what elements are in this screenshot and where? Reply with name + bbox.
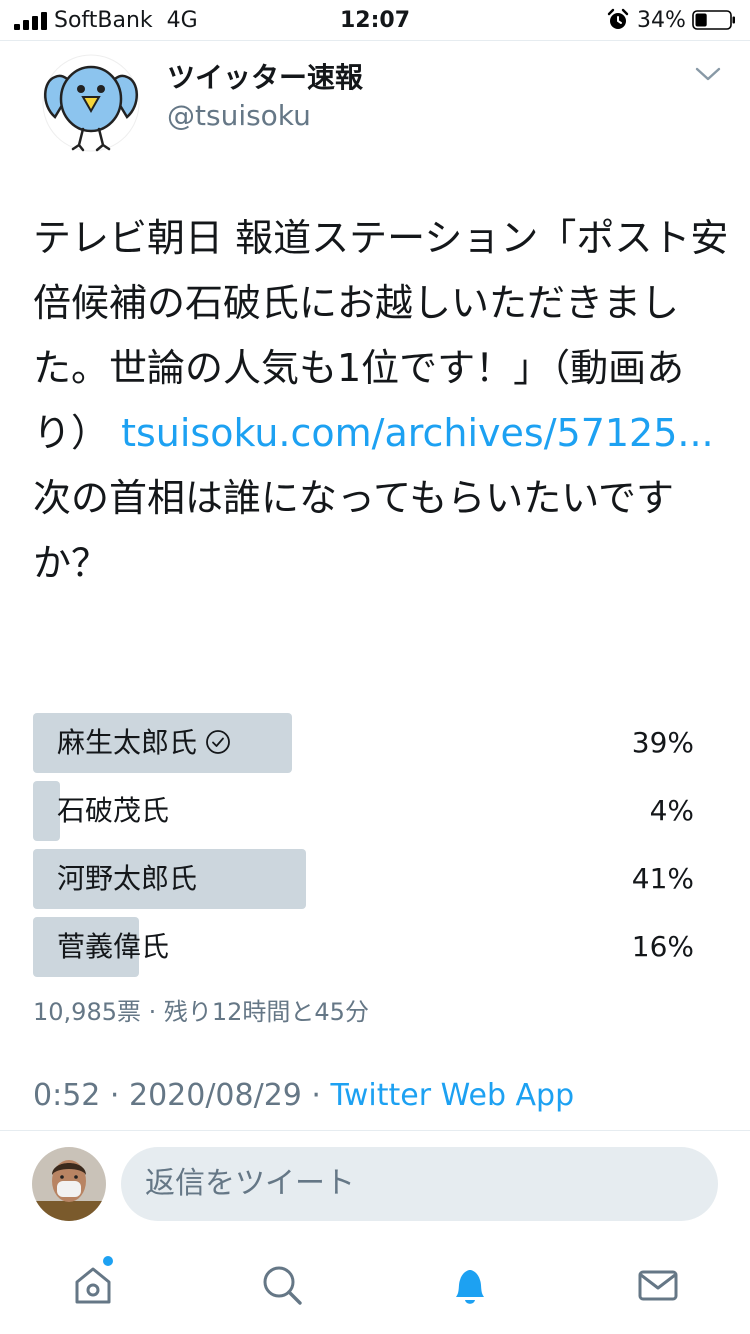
chevron-down-icon[interactable] xyxy=(694,64,722,84)
tweet-source-link[interactable]: Twitter Web App xyxy=(331,1078,575,1113)
envelope-icon xyxy=(638,1270,678,1301)
status-divider xyxy=(0,40,750,41)
bird-icon[interactable] xyxy=(33,53,149,153)
tweet-text: テレビ朝日 報道ステーション「ポスト安倍候補の石破氏にお越しいただきました。世論… xyxy=(33,206,733,596)
check-circle-icon xyxy=(206,730,230,754)
poll-option-text: 菅義偉氏 xyxy=(57,930,170,963)
home-icon xyxy=(75,1267,111,1304)
poll-option: 菅義偉氏 16% xyxy=(33,917,698,977)
tab-bar xyxy=(0,1240,750,1334)
tweet-text-question: 次の首相は誰になってもらいたいですか？ xyxy=(33,476,675,585)
poll-option-percent: 4% xyxy=(649,794,694,827)
poll-option-text: 麻生太郎氏 xyxy=(57,726,198,759)
status-bar: SoftBank 4G 12:07 34% xyxy=(0,0,750,40)
tab-search[interactable] xyxy=(257,1260,307,1310)
poll-option-percent: 16% xyxy=(631,930,694,963)
battery-percentage: 34% xyxy=(637,8,686,33)
poll-bar xyxy=(33,781,60,841)
author-name[interactable]: ツイッター速報 xyxy=(167,56,363,96)
divider xyxy=(0,1130,750,1131)
poll-meta: 10,985票 · 残り12時間と45分 xyxy=(33,998,369,1026)
alarm-clock-icon xyxy=(607,8,629,29)
notification-dot xyxy=(103,1256,113,1266)
search-icon xyxy=(263,1266,302,1305)
poll-option-label: 麻生太郎氏 xyxy=(57,713,231,773)
bell-icon xyxy=(456,1270,484,1304)
poll-option-percent: 41% xyxy=(631,862,694,895)
poll-option-label: 河野太郎氏 xyxy=(57,849,197,909)
poll-option: 麻生太郎氏 39% xyxy=(33,713,698,773)
user-avatar[interactable] xyxy=(32,1147,106,1221)
reply-input[interactable]: 返信をツイート xyxy=(121,1147,718,1221)
tab-home[interactable] xyxy=(68,1256,118,1310)
poll-option-text: 河野太郎氏 xyxy=(57,862,198,895)
poll-option: 石破茂氏 4% xyxy=(33,781,698,841)
poll-option-label: 石破茂氏 xyxy=(57,781,169,841)
tab-notifications[interactable] xyxy=(445,1260,495,1310)
tweet-link[interactable]: tsuisoku.com/archives/57125... xyxy=(121,411,714,455)
poll-option: 河野太郎氏 41% xyxy=(33,849,698,909)
tab-messages[interactable] xyxy=(633,1260,683,1310)
poll: 麻生太郎氏 39% 石破茂氏 4% 河野太郎氏 41% 菅義偉氏 16% xyxy=(33,713,698,985)
poll-option-percent: 39% xyxy=(631,726,694,759)
poll-option-text: 石破茂氏 xyxy=(57,794,170,827)
battery-icon xyxy=(692,10,735,30)
reply-placeholder: 返信をツイート xyxy=(145,1166,355,1201)
poll-option-label: 菅義偉氏 xyxy=(57,917,169,977)
tweet-timestamp: 0:52 · 2020/08/29 · Twitter Web App xyxy=(33,1078,574,1113)
author-handle[interactable]: @tsuisoku xyxy=(167,99,311,132)
tweet-time-date: 0:52 · 2020/08/29 · xyxy=(33,1078,331,1113)
